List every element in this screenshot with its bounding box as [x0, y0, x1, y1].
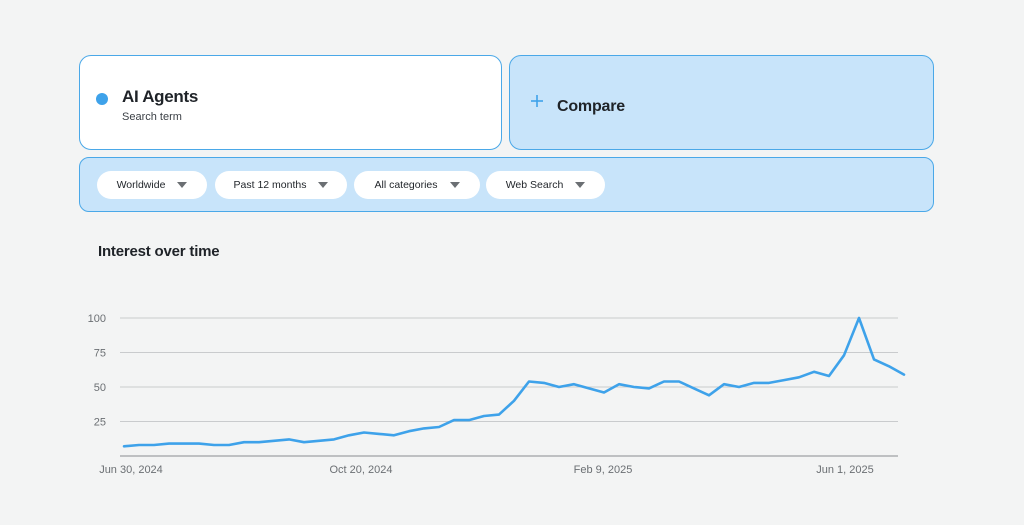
- x-tick-label: Feb 9, 2025: [574, 464, 633, 476]
- data-point[interactable]: [526, 379, 532, 385]
- data-point[interactable]: [856, 315, 862, 321]
- data-point[interactable]: [751, 380, 757, 386]
- y-tick-label: 100: [88, 313, 106, 325]
- data-point[interactable]: [691, 385, 697, 391]
- data-point[interactable]: [256, 439, 262, 445]
- data-point[interactable]: [886, 363, 892, 369]
- data-point[interactable]: [376, 431, 382, 437]
- data-point[interactable]: [871, 356, 877, 362]
- data-point[interactable]: [271, 438, 277, 444]
- data-point[interactable]: [736, 384, 742, 390]
- interest-over-time-chart: 25 50 75 100 Jun 30, 2024 Oct 20, 2024 Feb 9, …: [88, 313, 907, 476]
- x-tick-label: Jun 30, 2024: [99, 464, 163, 476]
- data-point[interactable]: [136, 442, 142, 448]
- data-point[interactable]: [466, 417, 472, 423]
- data-point[interactable]: [841, 352, 847, 358]
- data-point[interactable]: [496, 412, 502, 418]
- data-point[interactable]: [211, 442, 217, 448]
- data-point[interactable]: [586, 385, 592, 391]
- data-point[interactable]: [616, 381, 622, 387]
- data-point[interactable]: [676, 379, 682, 385]
- data-point[interactable]: [166, 441, 172, 447]
- data-point[interactable]: [361, 430, 367, 436]
- data-point[interactable]: [316, 438, 322, 444]
- data-point[interactable]: [721, 381, 727, 387]
- data-point[interactable]: [661, 379, 667, 385]
- series-line-ai-agents: [122, 316, 906, 448]
- data-point[interactable]: [706, 392, 712, 398]
- data-point[interactable]: [541, 380, 547, 386]
- data-point[interactable]: [556, 384, 562, 390]
- data-point[interactable]: [901, 372, 907, 378]
- data-point[interactable]: [181, 441, 187, 447]
- data-point[interactable]: [781, 377, 787, 383]
- data-point[interactable]: [391, 432, 397, 438]
- data-point[interactable]: [121, 443, 127, 449]
- data-point[interactable]: [196, 441, 202, 447]
- data-point[interactable]: [481, 413, 487, 419]
- data-point[interactable]: [331, 436, 337, 442]
- data-point[interactable]: [451, 417, 457, 423]
- data-point[interactable]: [811, 369, 817, 375]
- data-point[interactable]: [766, 380, 772, 386]
- y-tick-label: 50: [94, 382, 106, 394]
- data-point[interactable]: [601, 390, 607, 396]
- data-point[interactable]: [796, 374, 802, 380]
- y-tick-label: 75: [94, 348, 106, 360]
- data-point[interactable]: [511, 398, 517, 404]
- data-point[interactable]: [286, 436, 292, 442]
- x-tick-label: Jun 1, 2025: [816, 464, 874, 476]
- y-tick-label: 25: [94, 417, 106, 429]
- data-point[interactable]: [241, 439, 247, 445]
- data-point[interactable]: [646, 385, 652, 391]
- data-point[interactable]: [826, 373, 832, 379]
- data-point[interactable]: [151, 442, 157, 448]
- data-point[interactable]: [421, 425, 427, 431]
- data-point[interactable]: [301, 439, 307, 445]
- data-point[interactable]: [631, 384, 637, 390]
- data-point[interactable]: [571, 381, 577, 387]
- data-point[interactable]: [226, 442, 232, 448]
- data-point[interactable]: [406, 428, 412, 434]
- data-point[interactable]: [346, 432, 352, 438]
- x-tick-label: Oct 20, 2024: [330, 464, 393, 476]
- data-point[interactable]: [436, 424, 442, 430]
